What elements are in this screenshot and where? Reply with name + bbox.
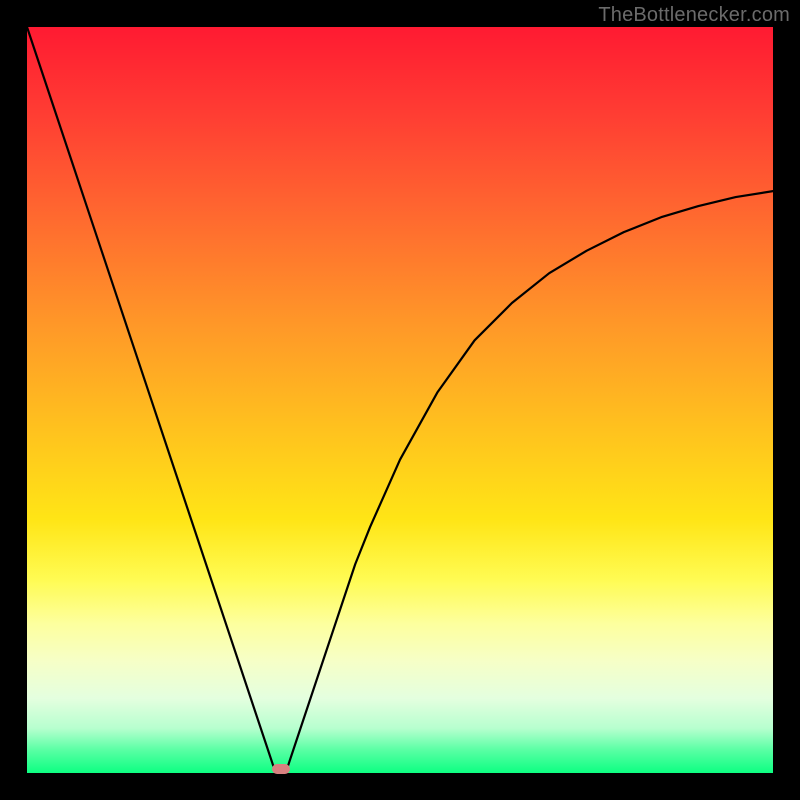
plot-area: [27, 27, 773, 773]
watermark-text: TheBottlenecker.com: [598, 4, 790, 27]
minimum-marker: [272, 764, 290, 774]
chart-frame: TheBottlenecker.com: [0, 0, 800, 800]
bottleneck-curve: [27, 27, 773, 773]
